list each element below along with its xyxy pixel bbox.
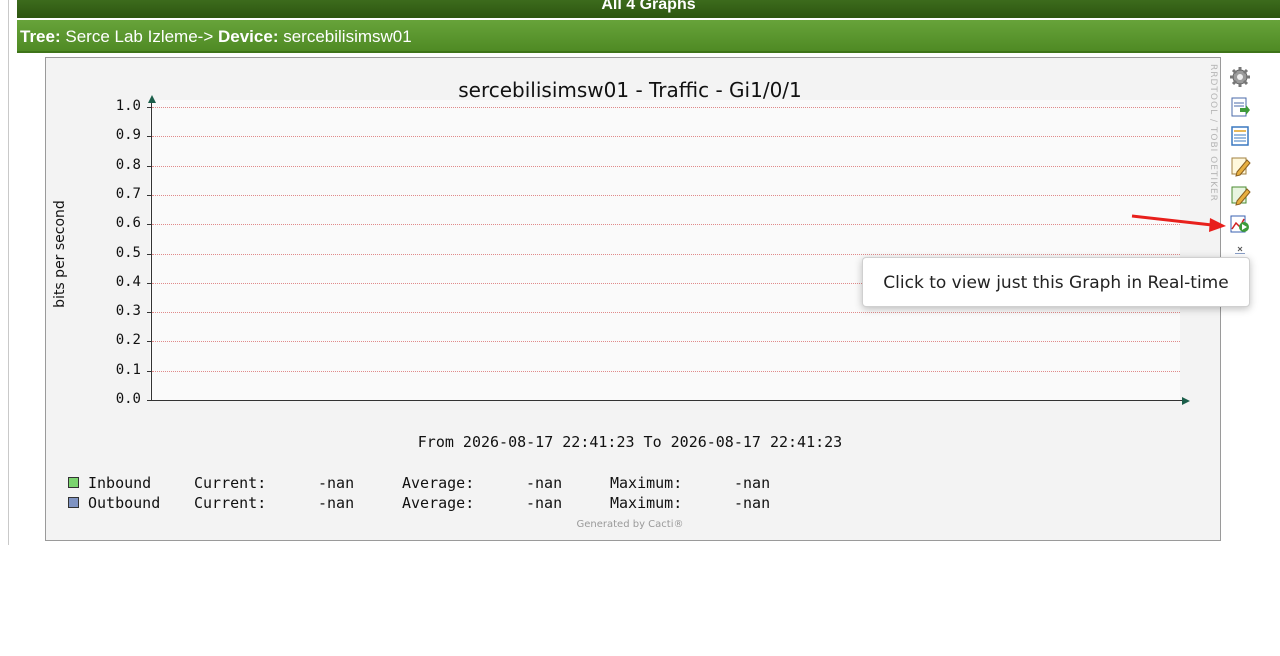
y-tick-label: 0.8 [115,157,141,173]
y-tick-label: 0.5 [115,245,141,261]
legend-current-label: Current: [194,494,267,512]
legend-maximum-value: -nan [734,494,771,512]
y-tick-label: 1.0 [115,98,141,114]
page-title: All 4 Graphs [601,0,696,13]
legend-average-value: -nan [526,474,563,492]
export-csv-icon[interactable] [1229,96,1251,118]
y-tick-label: 0.9 [115,127,141,143]
device-label: Device: [218,27,279,46]
legend-series-name: Outbound [88,494,161,512]
annotation-arrow [1131,214,1226,232]
gridline [152,371,1180,372]
legend-series-name: Inbound [88,474,152,492]
tree-label: Tree: [20,27,61,46]
y-axis-arrow [148,95,156,103]
gridline [152,136,1180,137]
y-tick-label: 0.0 [115,391,141,407]
gridline [152,312,1180,313]
y-axis-label: bits per second [52,200,68,308]
realtime-graph-icon[interactable] [1229,213,1251,235]
legend-maximum-label: Maximum: [610,494,683,512]
gridline [152,341,1180,342]
legend-swatch-outbound [68,497,79,508]
zoom-icon[interactable] [1229,242,1251,254]
legend-swatch-inbound [68,477,79,488]
device-value: sercebilisimsw01 [283,27,412,46]
x-axis-arrow [1182,397,1190,405]
legend-current-value: -nan [318,494,355,512]
y-axis-line [151,100,152,401]
plot-area [150,100,1180,400]
time-range-text: From 2026-08-17 22:41:23 To 2026-08-17 2… [417,433,843,451]
rrdtool-watermark: RRDTOOL / TOBI OETIKER [1208,64,1218,202]
edit-graph-icon[interactable] [1229,155,1251,177]
legend-average-label: Average: [402,494,475,512]
gridline [152,166,1180,167]
graph-title: sercebilisimsw01 - Traffic - Gi1/0/1 [458,78,802,102]
legend-maximum-value: -nan [734,474,771,492]
y-tick-label: 0.1 [115,362,141,378]
y-tick-label: 0.7 [115,186,141,202]
gridline [152,254,1180,255]
legend-maximum-label: Maximum: [610,474,683,492]
legend-average-value: -nan [526,494,563,512]
list-icon[interactable] [1229,125,1251,147]
legend-row-inbound: Inbound Current: -nan Average: -nan Maxi… [68,474,770,494]
legend-row-outbound: Outbound Current: -nan Average: -nan Max… [68,494,770,514]
page-left-border [8,0,9,545]
gridline [152,195,1180,196]
tree-value: Serce Lab Izleme-> [65,27,214,46]
page-title-bar: All 4 Graphs [17,0,1280,18]
legend-average-label: Average: [402,474,475,492]
legend-current-label: Current: [194,474,267,492]
legend-current-value: -nan [318,474,355,492]
gridline [152,224,1180,225]
x-axis-line [148,400,1184,401]
edit-template-icon[interactable] [1229,184,1251,206]
breadcrumb: Tree: Serce Lab Izleme-> Device: sercebi… [17,20,1280,53]
y-tick-label: 0.6 [115,215,141,231]
y-tick-label: 0.2 [115,332,141,348]
realtime-tooltip: Click to view just this Graph in Real-ti… [862,257,1250,307]
gear-icon[interactable] [1229,66,1251,88]
gridline [152,107,1180,108]
generated-by-text: Generated by Cacti® [576,519,684,530]
y-tick-label: 0.3 [115,303,141,319]
y-tick-label: 0.4 [115,274,141,290]
